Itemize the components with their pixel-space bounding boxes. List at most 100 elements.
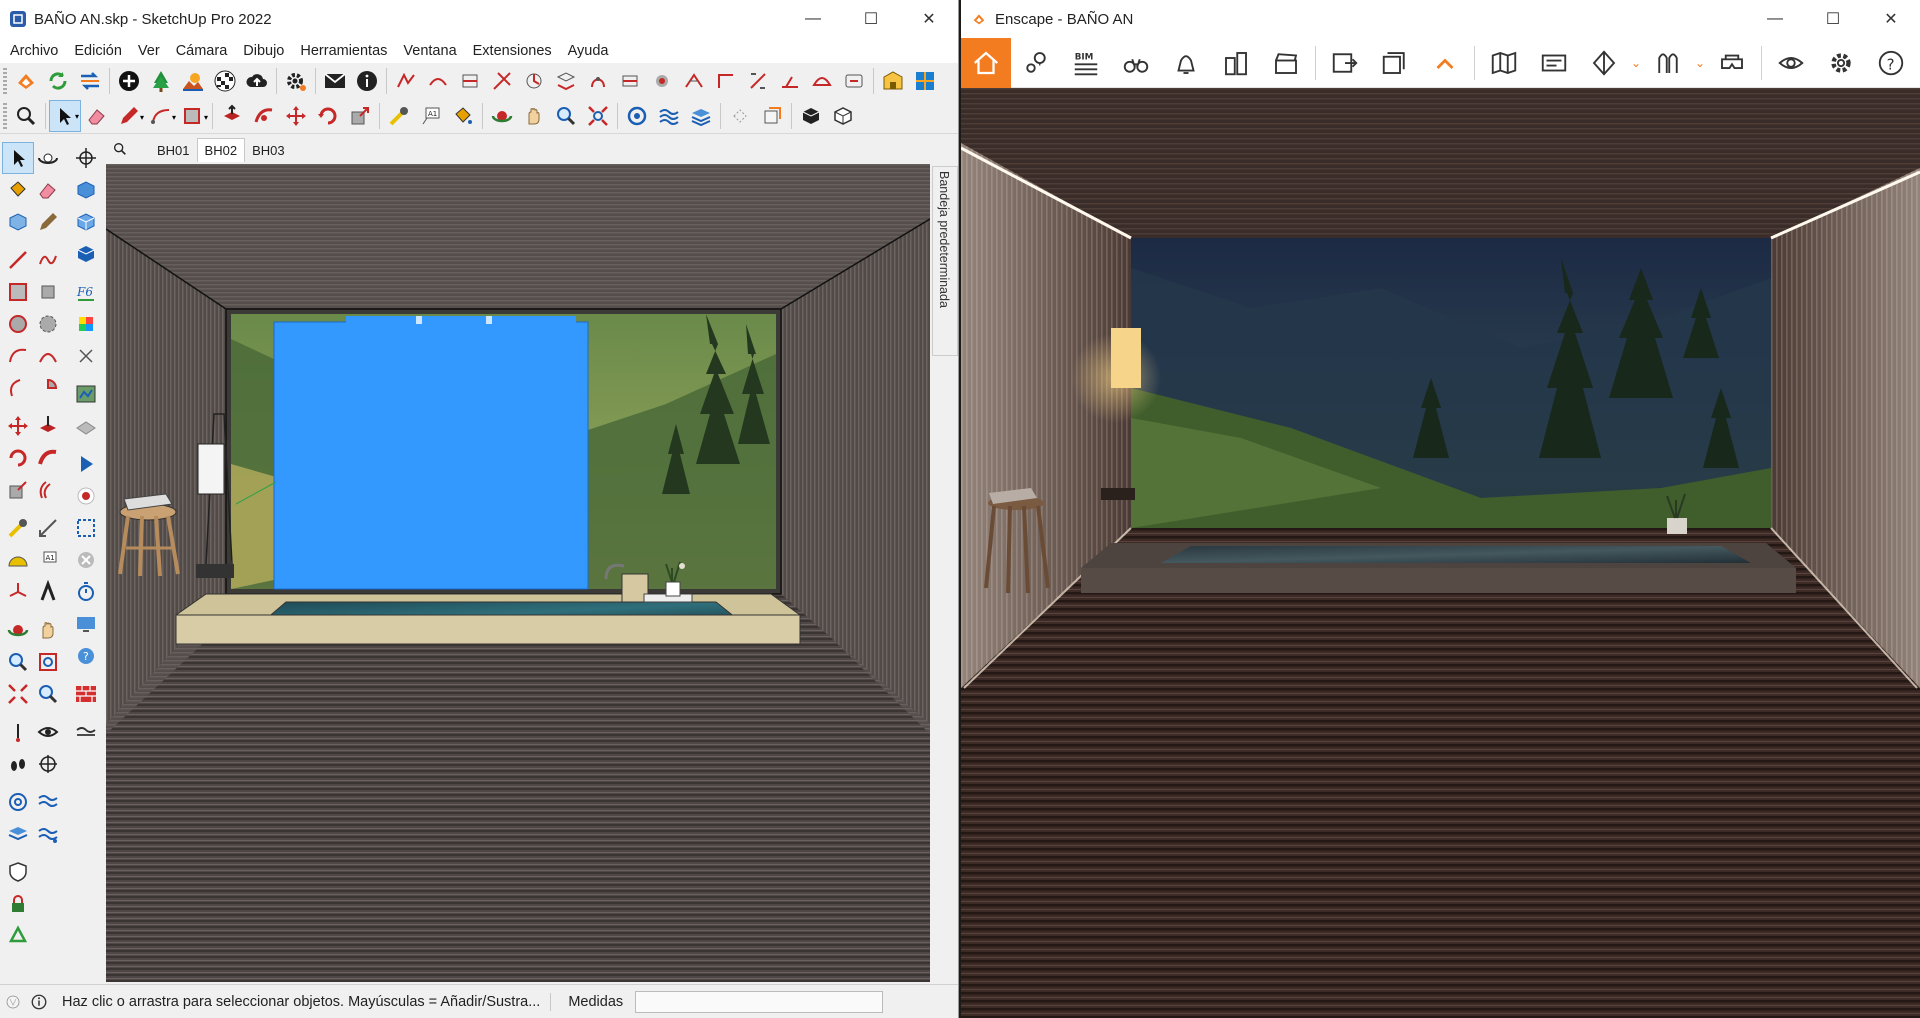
solid-icon-3[interactable] (70, 238, 102, 270)
toolbar-grip[interactable] (3, 103, 7, 129)
section-tool-icon[interactable] (32, 748, 64, 780)
tape-tool-icon[interactable] (2, 512, 34, 544)
draw-tool-12-icon[interactable] (742, 65, 774, 97)
cancel-icon[interactable] (70, 544, 102, 576)
screen-icon[interactable] (70, 608, 102, 640)
close-button[interactable]: ✕ (900, 0, 958, 38)
binoculars-icon[interactable] (1111, 38, 1161, 88)
shield-icon[interactable] (2, 856, 34, 888)
follow-me-tool-icon[interactable] (32, 442, 64, 474)
draw-tool-7-icon[interactable] (582, 65, 614, 97)
rectangle-tool-icon[interactable]: ▾ (177, 100, 209, 132)
solid-icon-1[interactable] (70, 174, 102, 206)
bell-icon[interactable] (1161, 38, 1211, 88)
3d-text-icon[interactable] (32, 576, 64, 608)
rotated-rect-icon[interactable] (32, 276, 64, 308)
zoom-search-icon[interactable] (10, 100, 42, 132)
pencil-icon[interactable]: ▾ (113, 100, 145, 132)
wave-icon[interactable] (70, 716, 102, 748)
home-icon[interactable] (961, 37, 1011, 88)
menu-edicion[interactable]: Edición (66, 43, 130, 59)
bim-icon[interactable]: BIM (1061, 38, 1111, 88)
layout-icon[interactable] (909, 65, 941, 97)
warehouse-icon[interactable] (877, 65, 909, 97)
sandbox-contours-icon[interactable] (2, 786, 34, 818)
position-camera-icon[interactable] (2, 716, 34, 748)
record-icon[interactable] (70, 480, 102, 512)
eraser-tool-icon[interactable] (32, 174, 64, 206)
walk-icon[interactable] (2, 748, 34, 780)
draw-tool-5-icon[interactable] (518, 65, 550, 97)
clapperboard-icon[interactable] (1261, 38, 1311, 88)
enscape-logo-icon[interactable] (10, 65, 42, 97)
sky-icon[interactable] (177, 65, 209, 97)
default-tray-panel[interactable]: Bandeja predeterminada (932, 166, 958, 356)
menu-herramientas[interactable]: Herramientas (292, 43, 395, 59)
enscape-render-viewport[interactable] (961, 88, 1920, 1018)
draw-tool-9-icon[interactable] (646, 65, 678, 97)
add-icon[interactable] (113, 65, 145, 97)
formula-icon[interactable]: F6 (70, 276, 102, 308)
menu-ver[interactable]: Ver (130, 43, 168, 59)
axes-icon[interactable] (2, 576, 34, 608)
sync-icon[interactable] (74, 65, 106, 97)
draw-tool-10-icon[interactable] (678, 65, 710, 97)
circle-tool-icon[interactable] (2, 308, 34, 340)
eraser-icon[interactable] (81, 100, 113, 132)
play-icon[interactable] (70, 448, 102, 480)
material-icon[interactable] (209, 65, 241, 97)
recycle-icon[interactable] (2, 920, 34, 952)
polygon-icon[interactable] (32, 308, 64, 340)
paint-icon[interactable] (2, 174, 34, 206)
look-around-icon[interactable] (32, 716, 64, 748)
move-icon[interactable] (280, 100, 312, 132)
text-tool-icon[interactable]: A1 (415, 100, 447, 132)
buildings-icon[interactable] (1211, 38, 1261, 88)
draw-tool-14-icon[interactable] (806, 65, 838, 97)
pan-hand-icon[interactable] (518, 100, 550, 132)
sandbox-icon[interactable] (653, 100, 685, 132)
collapse-icon[interactable] (1420, 38, 1470, 88)
draw-tool-6-icon[interactable] (550, 65, 582, 97)
text-label-icon[interactable]: A1 (32, 544, 64, 576)
model-info-icon[interactable] (621, 100, 653, 132)
section-dropdown-caret[interactable]: ⌄ (1629, 56, 1643, 70)
menu-archivo[interactable]: Archivo (2, 43, 66, 59)
draw-tool-11-icon[interactable] (710, 65, 742, 97)
tape-measure-icon[interactable] (383, 100, 415, 132)
scene-search-icon[interactable] (106, 136, 134, 162)
help-circle-icon[interactable]: ? (70, 640, 102, 672)
draw-tool-8-icon[interactable] (614, 65, 646, 97)
rotate-icon[interactable] (312, 100, 344, 132)
tree-icon[interactable] (145, 65, 177, 97)
menu-dibujo[interactable]: Dibujo (235, 43, 292, 59)
menu-camara[interactable]: Cámara (168, 43, 236, 59)
select-tool-icon[interactable] (2, 142, 34, 174)
scale-icon[interactable] (344, 100, 376, 132)
draw-tool-4-icon[interactable] (486, 65, 518, 97)
orbit-tool-icon[interactable] (2, 614, 34, 646)
arc-2pt-icon[interactable] (2, 372, 34, 404)
zoom-icon[interactable] (550, 100, 582, 132)
feedback-mail-icon[interactable] (319, 65, 351, 97)
toolbar-grip[interactable] (3, 68, 7, 94)
draw-tool-1-icon[interactable] (390, 65, 422, 97)
sandbox-scratch-icon[interactable] (32, 786, 64, 818)
freehand-icon[interactable] (32, 244, 64, 276)
lock-icon[interactable] (2, 888, 34, 920)
instructor-info-icon[interactable] (26, 986, 52, 1018)
minimize-button[interactable]: — (784, 0, 842, 38)
maximize-button[interactable]: ☐ (842, 0, 900, 38)
orbit-alt-icon[interactable] (32, 142, 64, 174)
shadow-toggle-icon[interactable] (795, 100, 827, 132)
draw-tool-3-icon[interactable] (454, 65, 486, 97)
zoom-extents-icon[interactable] (582, 100, 614, 132)
asset-dropdown-caret[interactable]: ⌄ (1693, 56, 1707, 70)
batch-export-icon[interactable] (1370, 38, 1420, 88)
section-plane-icon[interactable] (756, 100, 788, 132)
settings-gear-icon[interactable] (280, 65, 312, 97)
visibility-icon[interactable] (1766, 38, 1816, 88)
crosshair-icon[interactable] (70, 142, 102, 174)
pie-icon[interactable] (32, 372, 64, 404)
solid-icon-2[interactable] (70, 206, 102, 238)
